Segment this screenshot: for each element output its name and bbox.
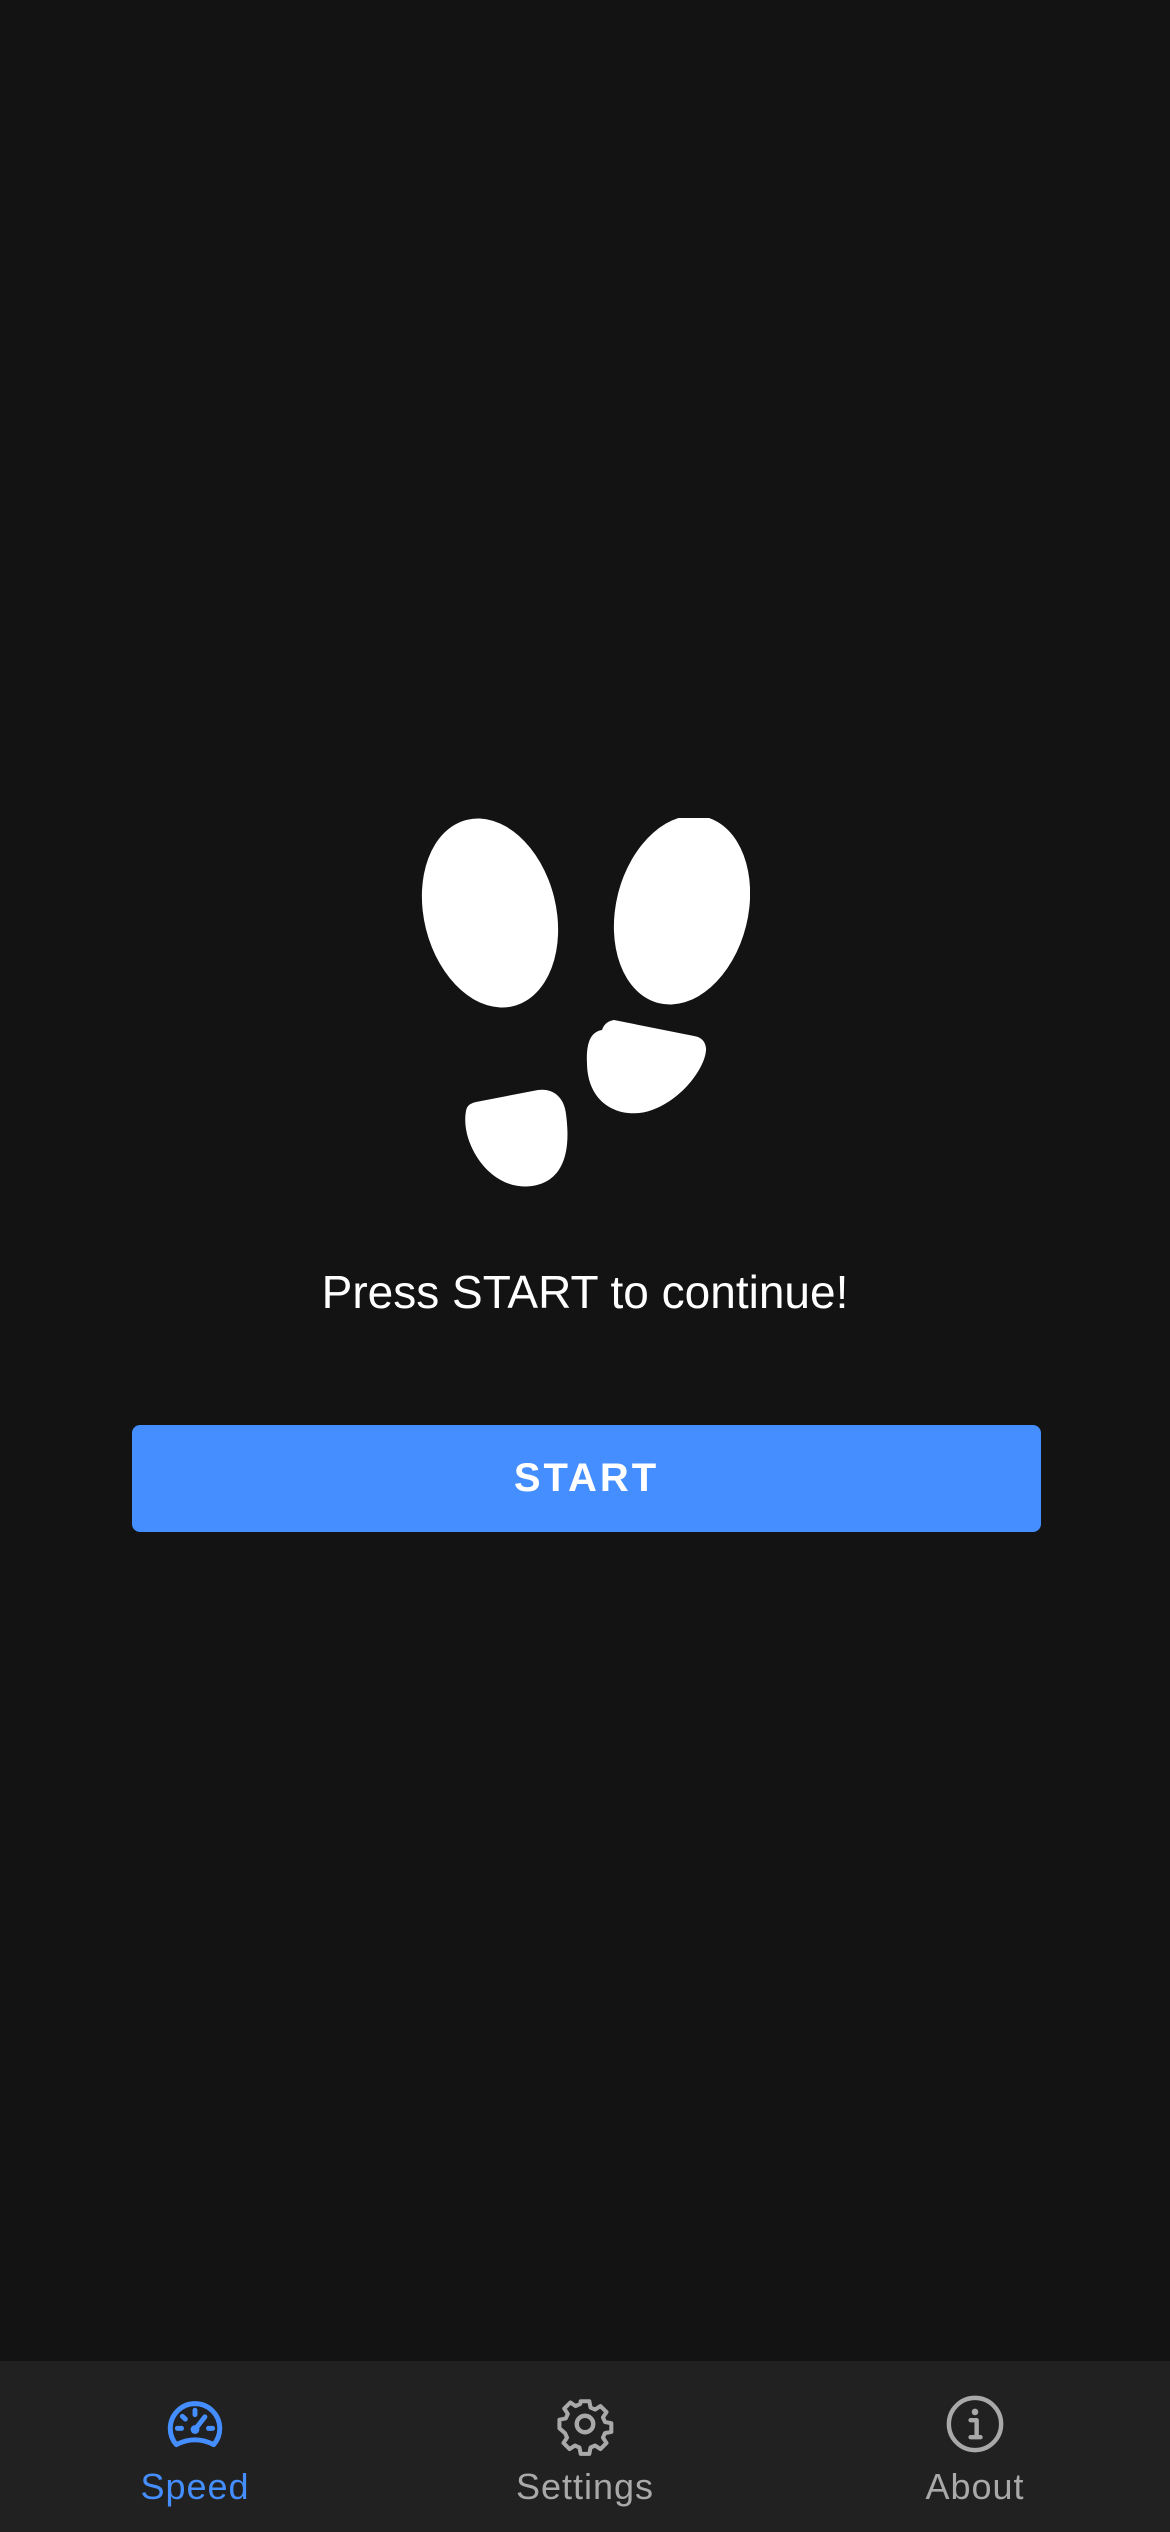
speedometer-icon xyxy=(167,2401,223,2448)
info-icon xyxy=(946,2395,1004,2453)
nav-item-about[interactable]: About xyxy=(780,2361,1170,2532)
nav-item-speed[interactable]: Speed xyxy=(0,2361,390,2532)
bottom-navigation: Speed Settings About xyxy=(0,2361,1170,2532)
nav-item-settings[interactable]: Settings xyxy=(390,2361,780,2532)
continue-prompt: Press START to continue! xyxy=(321,1266,849,1318)
nav-label-settings: Settings xyxy=(515,2466,655,2507)
start-button[interactable]: START xyxy=(132,1425,1041,1532)
nav-label-about: About xyxy=(925,2466,1025,2507)
gear-icon xyxy=(557,2399,614,2456)
nav-label-speed: Speed xyxy=(140,2466,250,2507)
footprints-icon xyxy=(421,818,750,1187)
speed-screen: Press START to continue! START Speed Set… xyxy=(0,0,1170,2532)
